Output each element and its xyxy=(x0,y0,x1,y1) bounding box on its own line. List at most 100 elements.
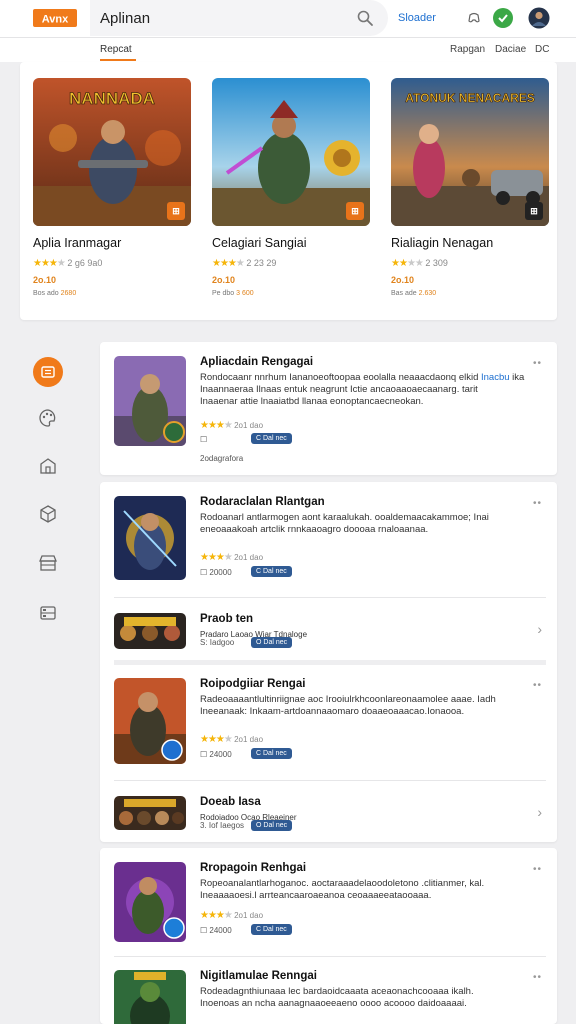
item-description: Pradaro Laoao Wiar Tdnaloge xyxy=(200,630,308,639)
palette-icon[interactable] xyxy=(33,403,63,433)
item-checkbox[interactable]: ☐ 20000 xyxy=(200,568,232,577)
item-checkbox[interactable]: 3. Iof Iaegos xyxy=(200,821,244,830)
subnav-link-2[interactable]: Daciae xyxy=(495,44,526,55)
item-description: Radeoaaaantlultinriignae aoc Irooiulrkhc… xyxy=(200,694,496,717)
divider xyxy=(114,780,546,781)
top-bar: Avnx Aplinan Sloader xyxy=(0,0,576,38)
item-thumbnail[interactable] xyxy=(114,970,186,1024)
logo-text: Avnx xyxy=(42,14,69,26)
app-logo[interactable]: Avnx xyxy=(33,8,77,28)
more-icon[interactable]: •• xyxy=(533,972,542,983)
star-rating-icon: ★★★★ xyxy=(200,552,233,563)
item-thumbnail[interactable] xyxy=(114,496,186,580)
featured-rating: ★★★★ 2 309 xyxy=(391,258,448,269)
controller-icon: ⊞ xyxy=(167,202,185,220)
star-rating-icon: ★★★★ xyxy=(200,420,233,431)
item-title[interactable]: Nigitlamulae Renngai xyxy=(200,970,317,982)
item-thumbnail[interactable] xyxy=(114,356,186,446)
item-action-button[interactable]: O Dal nec xyxy=(251,820,293,831)
featured-art-title: ATONUK NENACARES xyxy=(405,91,535,105)
cube-icon[interactable] xyxy=(33,499,63,529)
featured-card[interactable]: NANNADA ⊞ Aplia Iranmagar ★★★★ 2 g6 9a0 … xyxy=(33,78,191,297)
item-action-button[interactable]: O Dal nec xyxy=(251,637,293,648)
item-thumbnail[interactable] xyxy=(114,796,186,830)
item-action-button[interactable]: C Dal nec xyxy=(251,748,292,759)
item-checkbox[interactable]: ☐ 24000 xyxy=(200,750,232,759)
star-rating-icon: ★★★★ xyxy=(212,258,245,269)
item-description: Rondocaanr nnrhum Iananoeoftoopaa eoolal… xyxy=(200,372,525,407)
more-icon[interactable]: •• xyxy=(533,864,542,875)
item-thumbnail[interactable] xyxy=(114,613,186,649)
more-icon[interactable]: •• xyxy=(533,498,542,509)
featured-price: 2o.10 xyxy=(391,275,415,285)
divider xyxy=(114,660,546,665)
item-action-button[interactable]: C Dal nec xyxy=(251,566,292,577)
featured-title: Celagiari Sangiai xyxy=(212,236,307,250)
featured-title: Rialiagin Nenagan xyxy=(391,236,494,250)
item-checkbox[interactable]: S: Iadgoo xyxy=(200,638,234,647)
item-checkbox[interactable]: ☐ 24000 xyxy=(200,926,232,935)
divider xyxy=(114,597,546,598)
item-action-button[interactable]: C Dal nec xyxy=(251,924,292,935)
list-icon[interactable] xyxy=(33,357,63,387)
featured-price: 2o.10 xyxy=(212,275,236,285)
gamepad-icon[interactable] xyxy=(463,7,485,29)
subnav-link-1[interactable]: Rapgan xyxy=(450,44,485,55)
item-rating: ★★★★ 2o1 dao xyxy=(200,910,264,921)
featured-image[interactable]: ATONUK NENACARES ⊞ xyxy=(391,78,549,226)
list-item[interactable]: Roipodgiiar Rengai Radeoaaaantlultinriig… xyxy=(114,678,546,766)
avatar[interactable] xyxy=(528,7,550,29)
item-title[interactable]: Doeab Iasa xyxy=(200,796,261,808)
search-icon[interactable] xyxy=(356,9,374,27)
divider xyxy=(114,956,546,957)
devices-icon[interactable] xyxy=(33,598,63,628)
item-description: Rodoiadoo Ocao Rleaeiner xyxy=(200,813,297,822)
list-item[interactable]: Rropagoin Renhgai Ropeoanalantlarhoganoc… xyxy=(114,862,546,946)
featured-card[interactable]: ⊞ Celagiari Sangiai ★★★★ 2 23 29 2o.10 P… xyxy=(212,78,370,297)
item-title[interactable]: Rodaraclalan Rlantgan xyxy=(200,496,325,508)
store-icon[interactable] xyxy=(33,451,63,481)
featured-image[interactable]: NANNADA ⊞ xyxy=(33,78,191,226)
item-rating: ★★★★ 2o1 dao xyxy=(200,420,264,431)
item-checkbox[interactable]: ☐ xyxy=(200,435,207,444)
list-item[interactable]: Rodaraclalan Rlantgan Rodoanarl antlarmo… xyxy=(114,496,546,584)
star-rating-icon: ★★★★ xyxy=(391,258,424,269)
more-icon[interactable]: •• xyxy=(533,358,542,369)
item-title[interactable]: Apliacdain Rengagai xyxy=(200,356,313,368)
featured-meta: Bas ade 2.630 xyxy=(391,290,437,297)
more-icon[interactable]: •• xyxy=(533,680,542,691)
header-link[interactable]: Sloader xyxy=(398,12,436,24)
item-thumbnail[interactable] xyxy=(114,678,186,764)
featured-image[interactable]: ⊞ xyxy=(212,78,370,226)
item-rating: ★★★★ 2o1 dao xyxy=(200,552,264,563)
featured-card[interactable]: ATONUK NENACARES ⊞ Rialiagin Nenagan ★★★… xyxy=(391,78,549,297)
list-panel: Apliacdain Rengagai Rondocaanr nnrhum Ia… xyxy=(100,342,557,475)
featured-rating: ★★★★ 2 23 29 xyxy=(212,258,277,269)
featured-rating: ★★★★ 2 g6 9a0 xyxy=(33,258,103,269)
list-item[interactable]: Apliacdain Rengagai Rondocaanr nnrhum Ia… xyxy=(114,356,546,466)
list-item[interactable]: Nigitlamulae Renngai Rodeadagnthiunaaa l… xyxy=(114,970,546,1024)
controller-icon: ⊞ xyxy=(525,202,543,220)
item-title[interactable]: Praob ten xyxy=(200,613,253,625)
tab-active[interactable]: Repcat xyxy=(100,44,132,55)
item-title[interactable]: Rropagoin Renhgai xyxy=(200,862,306,874)
featured-price: 2o.10 xyxy=(33,275,57,285)
tab-underline xyxy=(100,59,136,61)
status-icon[interactable] xyxy=(492,7,514,29)
star-rating-icon: ★★★★ xyxy=(200,734,233,745)
subnav-link-3[interactable]: DC xyxy=(535,44,549,55)
star-rating-icon: ★★★★ xyxy=(33,258,66,269)
chevron-right-icon[interactable]: › xyxy=(537,804,542,820)
featured-art-title: NANNADA xyxy=(69,89,155,108)
item-footer: 2odagrafora xyxy=(200,454,244,463)
star-rating-icon: ★★★★ xyxy=(200,910,233,921)
item-thumbnail[interactable] xyxy=(114,862,186,942)
item-description: Rodeadagnthiunaaa lec bardaoidcaaata ace… xyxy=(200,986,474,1009)
item-title[interactable]: Roipodgiiar Rengai xyxy=(200,678,305,690)
list-item[interactable]: Doeab Iasa Rodoiadoo Ocao Rleaeiner 3. I… xyxy=(114,796,546,832)
store-front-icon[interactable] xyxy=(33,548,63,578)
item-description: Rodoanarl antlarmogen aont karaalukah. o… xyxy=(200,512,489,535)
list-item[interactable]: Praob ten Pradaro Laoao Wiar Tdnaloge S:… xyxy=(114,613,546,649)
chevron-right-icon[interactable]: › xyxy=(537,621,542,637)
item-action-button[interactable]: C Dal nec xyxy=(251,433,292,444)
